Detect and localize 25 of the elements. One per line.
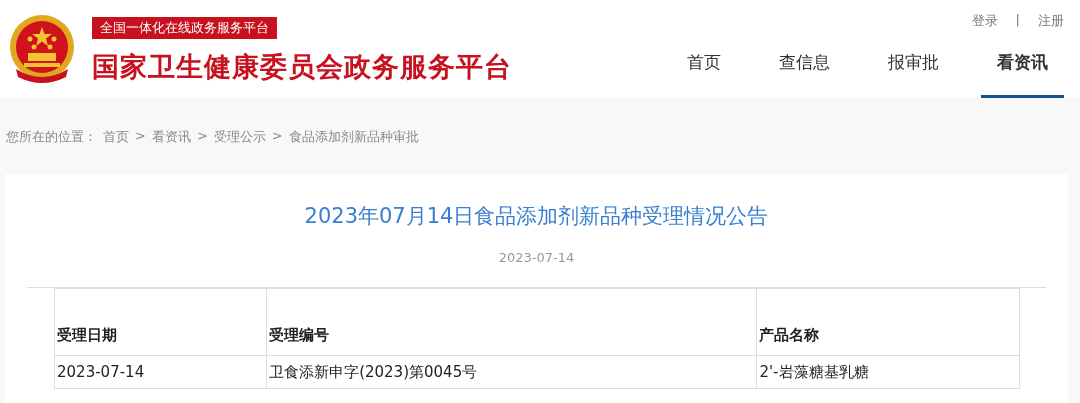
table-cell: 2'-岩藻糖基乳糖 [756, 355, 1020, 389]
account-link[interactable]: 注册 [1038, 12, 1064, 34]
nav-tab[interactable]: 报审批 [872, 34, 955, 98]
account-link[interactable]: 登录 [971, 12, 998, 34]
nav-tab[interactable]: 首页 [671, 34, 737, 98]
breadcrumb-link[interactable]: 看资讯 [151, 128, 191, 174]
breadcrumb-link[interactable]: 食品添加剂新品种审批 [288, 128, 419, 174]
article-title: 2023年07月14日食品添加剂新品种受理情况公告 [303, 203, 770, 230]
breadcrumb-link[interactable]: 受理公示 [213, 128, 266, 174]
table-cell: 卫食添新申字(2023)第0045号 [266, 355, 757, 389]
nav-tab[interactable]: 查信息 [763, 34, 846, 98]
site-title: 国家卫生健康委员会政务服务平台 [92, 50, 512, 84]
breadcrumb-separator: > [271, 128, 283, 145]
article-date: 2023-07-14 [497, 250, 576, 265]
column-header: 产品名称 [756, 288, 1020, 356]
breadcrumb-label: 您所在的位置： [6, 128, 97, 146]
tagline-badge: 全国一体化在线政务服务平台 [92, 17, 277, 39]
column-header: 受理日期 [54, 288, 267, 356]
breadcrumb-separator: > [196, 128, 208, 145]
link-divider: | [1015, 12, 1020, 29]
breadcrumb-separator: > [135, 128, 146, 145]
table-cell: 2023-07-14 [54, 355, 267, 389]
nav-tab[interactable]: 看资讯 [981, 34, 1064, 98]
column-header: 受理编号 [266, 288, 757, 356]
breadcrumb-link[interactable]: 首页 [103, 128, 129, 174]
